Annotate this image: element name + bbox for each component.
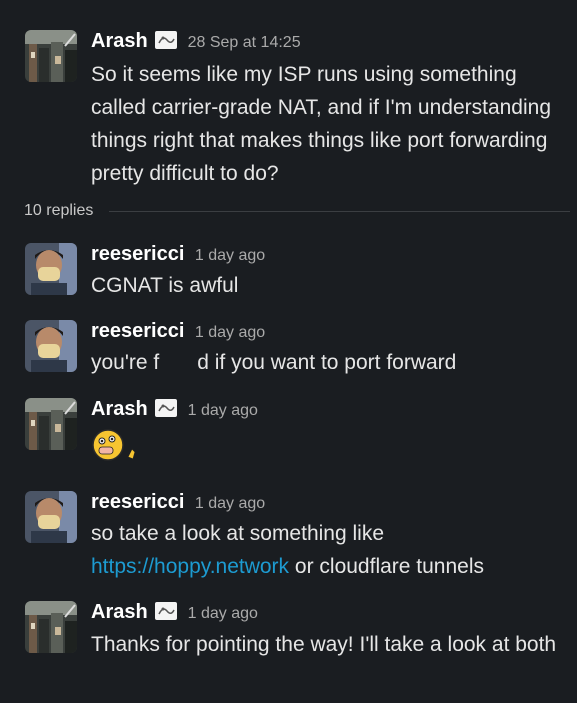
avatar[interactable]	[25, 30, 77, 82]
message-text: CGNAT is awful	[91, 274, 239, 297]
message-text: Thanks for pointing the way! I'll take a…	[91, 633, 557, 656]
status-emoji-icon[interactable]	[155, 31, 178, 49]
replies-divider: 10 replies	[24, 202, 570, 220]
divider-line	[109, 210, 570, 212]
hoppy-network-link[interactable]: https://hoppy.network	[91, 555, 289, 578]
author-name[interactable]: Arash	[91, 601, 148, 623]
author-name[interactable]: reesericci	[91, 320, 184, 342]
author-name[interactable]: reesericci	[91, 243, 184, 265]
message-text-part: so take a look at something like	[91, 522, 384, 545]
author-name[interactable]: Arash	[91, 398, 148, 420]
message-text: you're f d if you want to port forward	[91, 346, 571, 379]
avatar[interactable]	[25, 243, 77, 295]
timestamp[interactable]: 1 day ago	[188, 605, 258, 622]
status-emoji-icon[interactable]	[155, 602, 178, 620]
timestamp[interactable]: 1 day ago	[195, 247, 265, 264]
author-name[interactable]: reesericci	[91, 491, 184, 513]
avatar[interactable]	[25, 398, 77, 450]
message-text-part: d if you want to port forward	[197, 351, 457, 374]
timestamp[interactable]: 1 day ago	[195, 324, 265, 341]
timestamp[interactable]: 28 Sep at 14:25	[188, 34, 301, 51]
message-text-part: you're f	[91, 351, 160, 374]
timestamp[interactable]: 1 day ago	[188, 402, 258, 419]
timestamp[interactable]: 1 day ago	[195, 495, 265, 512]
status-emoji-icon[interactable]	[155, 399, 178, 417]
replies-count: 10 replies	[24, 202, 94, 219]
message-text-part: or cloudflare tunnels	[289, 555, 485, 578]
avatar[interactable]	[25, 320, 77, 372]
avatar[interactable]	[25, 491, 77, 543]
message-text: so take a look at something like https:/…	[91, 517, 571, 583]
message-text: So it seems like my ISP runs using somet…	[91, 63, 552, 185]
author-name[interactable]: Arash	[91, 30, 148, 52]
reaction-emoji-icon[interactable]	[91, 427, 141, 465]
avatar[interactable]	[25, 601, 77, 653]
